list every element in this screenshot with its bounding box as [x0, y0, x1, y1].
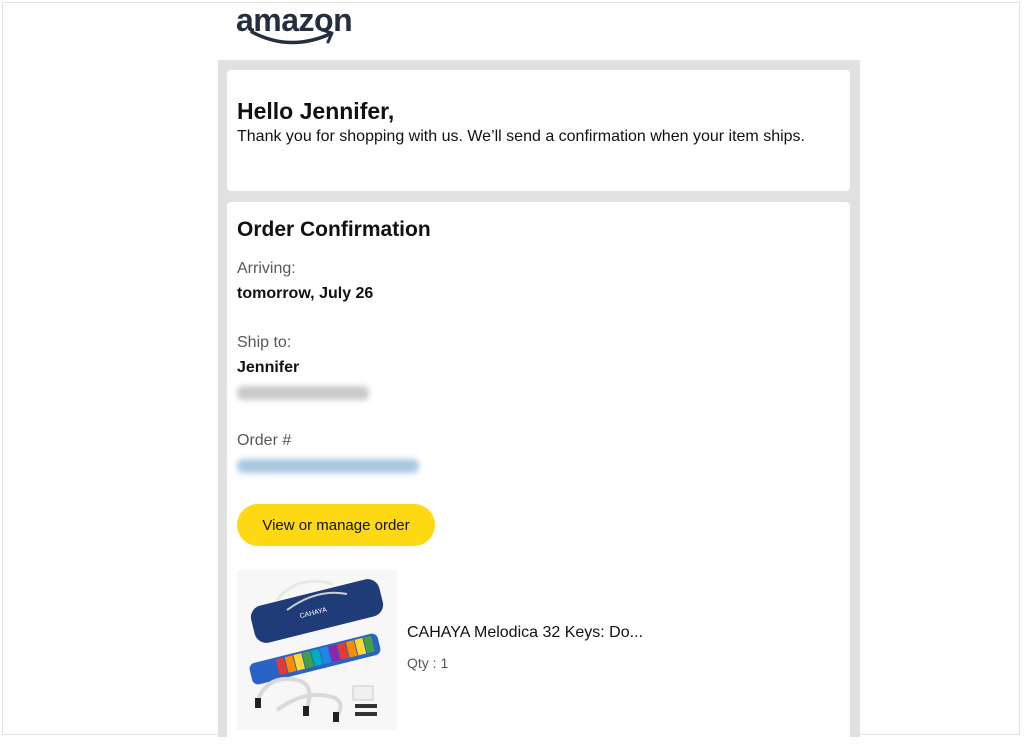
- amazon-logo: amazon: [236, 0, 366, 52]
- melodica-product-image: CAHAYA: [249, 579, 384, 722]
- smile-arrow-icon: [250, 28, 334, 45]
- order-title: Order Confirmation: [237, 218, 431, 241]
- redacted-address: [237, 386, 369, 400]
- redacted-order-number[interactable]: [237, 459, 419, 473]
- ship-to-label: Ship to:: [237, 334, 292, 351]
- order-confirmation-card: Order Confirmation Arriving: tomorrow, J…: [227, 202, 850, 747]
- ship-to-name: Jennifer: [237, 359, 300, 376]
- greeting-message: Thank you for shopping with us. We’ll se…: [237, 128, 805, 145]
- product-name-link[interactable]: CAHAYA Melodica 32 Keys: Do...: [407, 624, 643, 642]
- arriving-date: tomorrow, July 26: [237, 285, 374, 302]
- order-number-label: Order #: [237, 432, 292, 449]
- view-manage-order-button[interactable]: View or manage order: [237, 504, 435, 546]
- product-quantity: Qty : 1: [407, 655, 449, 671]
- greeting-card: Hello Jennifer, Thank you for shopping w…: [227, 70, 850, 191]
- arriving-label: Arriving:: [237, 260, 296, 277]
- product-image[interactable]: CAHAYA: [237, 570, 397, 730]
- email-body: Hello Jennifer, Thank you for shopping w…: [218, 60, 860, 747]
- greeting-title: Hello Jennifer,: [237, 98, 395, 124]
